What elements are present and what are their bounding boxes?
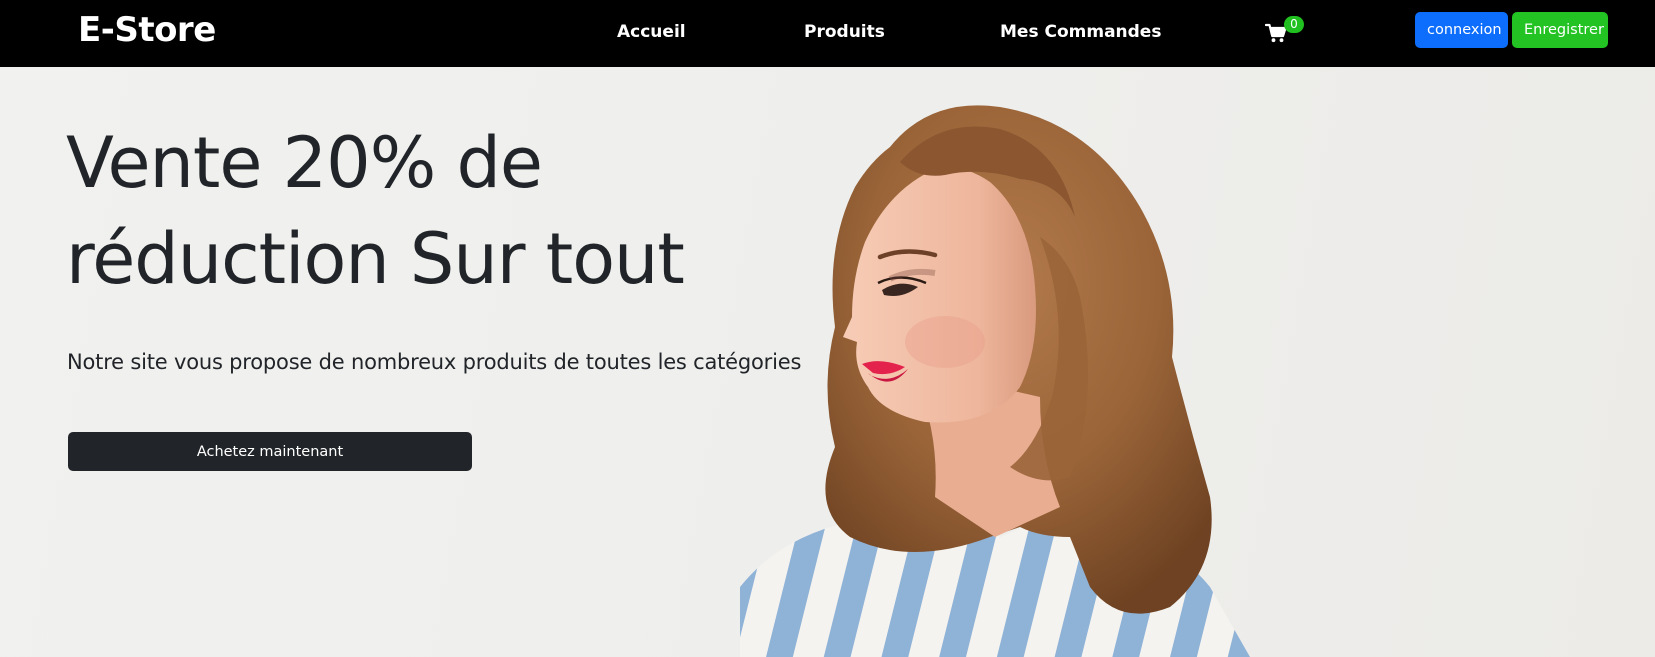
login-button[interactable]: connexion [1415, 12, 1508, 48]
brand-logo[interactable]: E-Store [78, 8, 216, 52]
navbar: E-Store Accueil Produits Mes Commandes 0… [0, 0, 1655, 67]
nav-link-accueil[interactable]: Accueil [617, 20, 686, 44]
hero-subtitle: Notre site vous propose de nombreux prod… [67, 350, 802, 374]
nav-link-produits[interactable]: Produits [804, 20, 885, 44]
hero-title: Vente 20% de réduction Sur tout [66, 122, 685, 300]
register-button[interactable]: Enregistrer [1512, 12, 1608, 48]
cart-button[interactable]: 0 [1262, 14, 1310, 48]
nav-link-mes-commandes[interactable]: Mes Commandes [1000, 20, 1161, 44]
hero-model-image [740, 105, 1250, 657]
hero-section: Vente 20% de réduction Sur tout Notre si… [0, 67, 1655, 657]
buy-now-button[interactable]: Achetez maintenant [68, 432, 472, 471]
cart-count-badge: 0 [1284, 16, 1304, 33]
